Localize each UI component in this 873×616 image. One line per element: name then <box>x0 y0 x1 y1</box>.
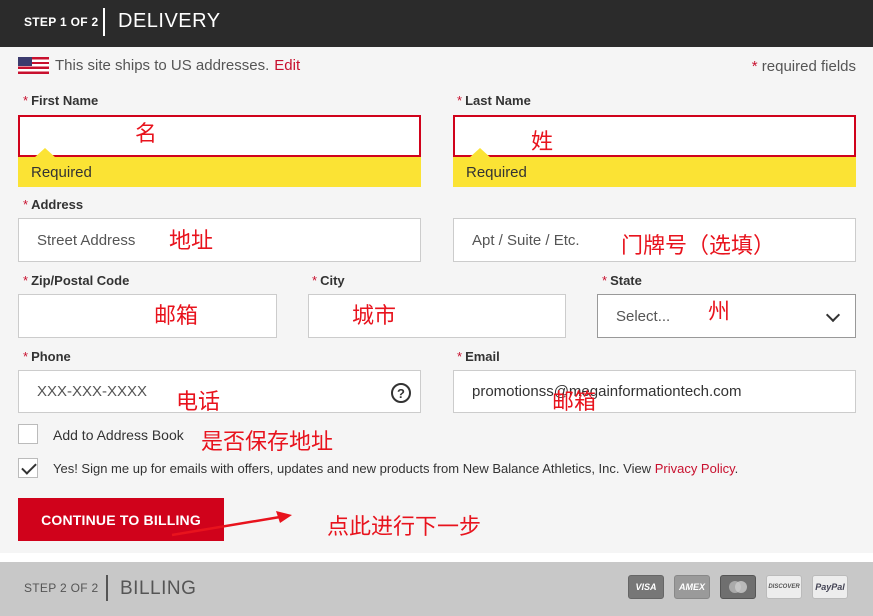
annotation-email: 邮箱 <box>552 390 597 415</box>
add-to-address-book-checkbox[interactable] <box>18 424 38 444</box>
email-label: * Email <box>457 349 500 364</box>
street-address-input[interactable]: Street Address <box>18 218 421 262</box>
required-fields-note: * required fields <box>751 58 856 75</box>
header-divider <box>103 8 105 36</box>
first-name-label: * First Name <box>23 93 99 108</box>
step-indicator: STEP 1 OF 2 <box>24 15 99 29</box>
email-input[interactable]: promotionss@megainformationtech.com <box>453 370 856 413</box>
last-name-error: Required <box>453 148 856 187</box>
first-name-error: Required <box>18 148 421 187</box>
billing-step-header[interactable]: STEP 2 OF 2 BILLING VISA AMEX DISCOVER P… <box>0 562 873 616</box>
zip-input[interactable] <box>18 294 277 338</box>
annotation-phone: 电话 <box>176 390 221 415</box>
annotation-city: 城市 <box>352 304 397 329</box>
phone-label: * Phone <box>23 349 71 364</box>
step-header: STEP 1 OF 2 DELIVERY <box>0 0 873 47</box>
shipping-note-text: This site ships to US addresses. <box>55 56 270 74</box>
zip-label: * Zip/Postal Code <box>23 273 130 288</box>
amex-card-icon: AMEX <box>674 575 710 599</box>
paypal-card-icon: PayPal <box>812 575 848 599</box>
edit-country-link[interactable]: Edit <box>274 57 300 74</box>
city-label: * City <box>312 273 345 288</box>
annotation-first-name: 名 <box>135 122 158 147</box>
annotation-continue: 点此进行下一步 <box>327 515 482 540</box>
page-title: DELIVERY <box>118 10 221 32</box>
last-name-label: * Last Name <box>457 93 531 108</box>
address-label: * Address <box>23 197 84 212</box>
help-icon[interactable]: ? <box>391 383 411 403</box>
billing-header-divider <box>106 575 108 601</box>
annotation-zip: 邮箱 <box>154 304 199 329</box>
shipping-note: This site ships to US addresses. Edit <box>18 54 300 76</box>
city-input[interactable] <box>308 294 566 338</box>
mastercard-card-icon <box>720 575 756 599</box>
add-to-address-book-label[interactable]: Add to Address Book <box>53 427 184 443</box>
annotation-apt: 门牌号（选填） <box>621 234 776 259</box>
newsletter-label[interactable]: Yes! Sign me up for emails with offers, … <box>53 461 738 476</box>
arrow-annotation-icon <box>171 511 292 537</box>
newsletter-checkbox[interactable] <box>18 458 38 478</box>
annotation-last-name: 姓 <box>531 130 554 155</box>
billing-step-indicator: STEP 2 OF 2 <box>24 581 99 595</box>
state-select-value: Select... <box>616 307 671 325</box>
state-label: * State <box>602 273 642 288</box>
discover-card-icon: DISCOVER <box>766 575 802 599</box>
billing-title: BILLING <box>120 578 197 599</box>
chevron-down-icon <box>825 307 841 323</box>
first-name-input[interactable] <box>18 115 421 157</box>
email-value: promotionss@megainformationtech.com <box>472 383 742 400</box>
annotation-state: 州 <box>708 300 731 325</box>
us-flag-icon <box>18 56 49 74</box>
privacy-policy-link[interactable]: Privacy Policy <box>655 461 735 476</box>
visa-card-icon: VISA <box>628 575 664 599</box>
annotation-address: 地址 <box>169 229 214 254</box>
last-name-input[interactable] <box>453 115 856 157</box>
annotation-address-book: 是否保存地址 <box>201 430 334 455</box>
